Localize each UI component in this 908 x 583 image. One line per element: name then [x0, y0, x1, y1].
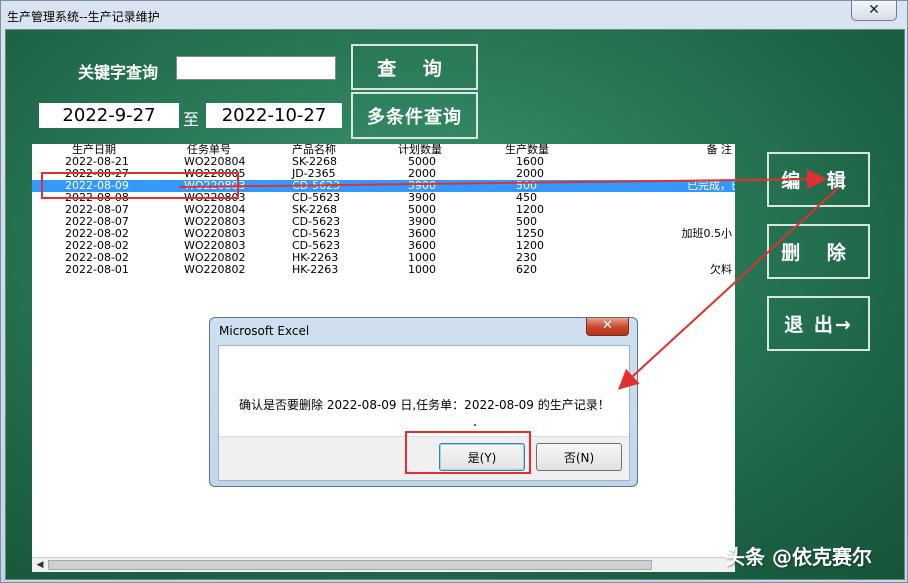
main-window: 生产管理系统--生产记录维护 ✕ 关键字查询 查 询 多条件查询 2022-9-… [0, 0, 908, 583]
annotation-arrows [178, 169, 840, 390]
arrow-edit-to-dialog [618, 186, 840, 390]
arrow-row-to-edit [178, 169, 827, 190]
watermark: 头条 @依克赛尔 [725, 545, 872, 569]
